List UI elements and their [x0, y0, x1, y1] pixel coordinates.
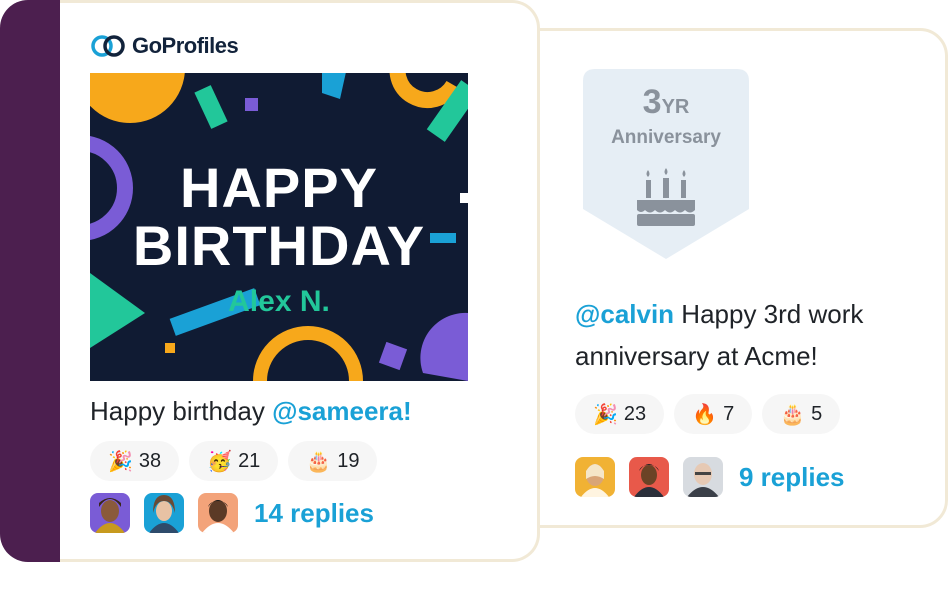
- cake-icon: [637, 168, 695, 226]
- reaction-partying-face[interactable]: 🥳 21: [189, 441, 279, 481]
- reaction-cake[interactable]: 🎂 5: [762, 394, 841, 434]
- reaction-fire[interactable]: 🔥 7: [674, 394, 753, 434]
- reaction-cake[interactable]: 🎂 19: [288, 441, 378, 481]
- anniversary-reactions: 🎉 23 🔥 7 🎂 5: [575, 394, 841, 434]
- replies-link[interactable]: 14 replies: [254, 498, 374, 529]
- avatar[interactable]: [90, 493, 130, 533]
- birthday-replies: 14 replies: [90, 493, 374, 533]
- reaction-party[interactable]: 🎉 38: [90, 441, 180, 481]
- anniversary-card: 3YR Anniversary @calvin Happy 3rd work a…: [500, 28, 948, 528]
- birthday-reactions: 🎉 38 🥳 21 🎂 19: [90, 441, 378, 481]
- anniversary-badge: 3YR Anniversary: [583, 69, 749, 259]
- avatar[interactable]: [575, 457, 615, 497]
- banner-birthday: BIRTHDAY: [132, 214, 426, 277]
- avatar[interactable]: [683, 457, 723, 497]
- goprofiles-logo: GoProfiles: [90, 33, 239, 59]
- birthday-post: GoProfiles HAPPY BIRTHDAY Alex N. Happy …: [0, 0, 540, 562]
- banner-name: Alex N.: [228, 285, 330, 318]
- replies-link[interactable]: 9 replies: [739, 462, 845, 493]
- anniversary-message: @calvin Happy 3rd work anniversary at Ac…: [575, 299, 864, 371]
- badge-label: Anniversary: [611, 127, 721, 148]
- logo-icon: [91, 35, 125, 57]
- mention-sameera[interactable]: @sameera!: [272, 396, 412, 426]
- reaction-party[interactable]: 🎉 23: [575, 394, 665, 434]
- banner-happy: HAPPY: [180, 156, 378, 219]
- avatar[interactable]: [629, 457, 669, 497]
- avatar[interactable]: [144, 493, 184, 533]
- anniversary-replies: 9 replies: [575, 457, 845, 497]
- birthday-banner: HAPPY BIRTHDAY Alex N.: [90, 73, 468, 381]
- avatar[interactable]: [198, 493, 238, 533]
- mention-calvin[interactable]: @calvin: [575, 299, 674, 329]
- badge-years: 3YR: [642, 83, 690, 121]
- birthday-message: Happy birthday @sameera!: [90, 396, 412, 426]
